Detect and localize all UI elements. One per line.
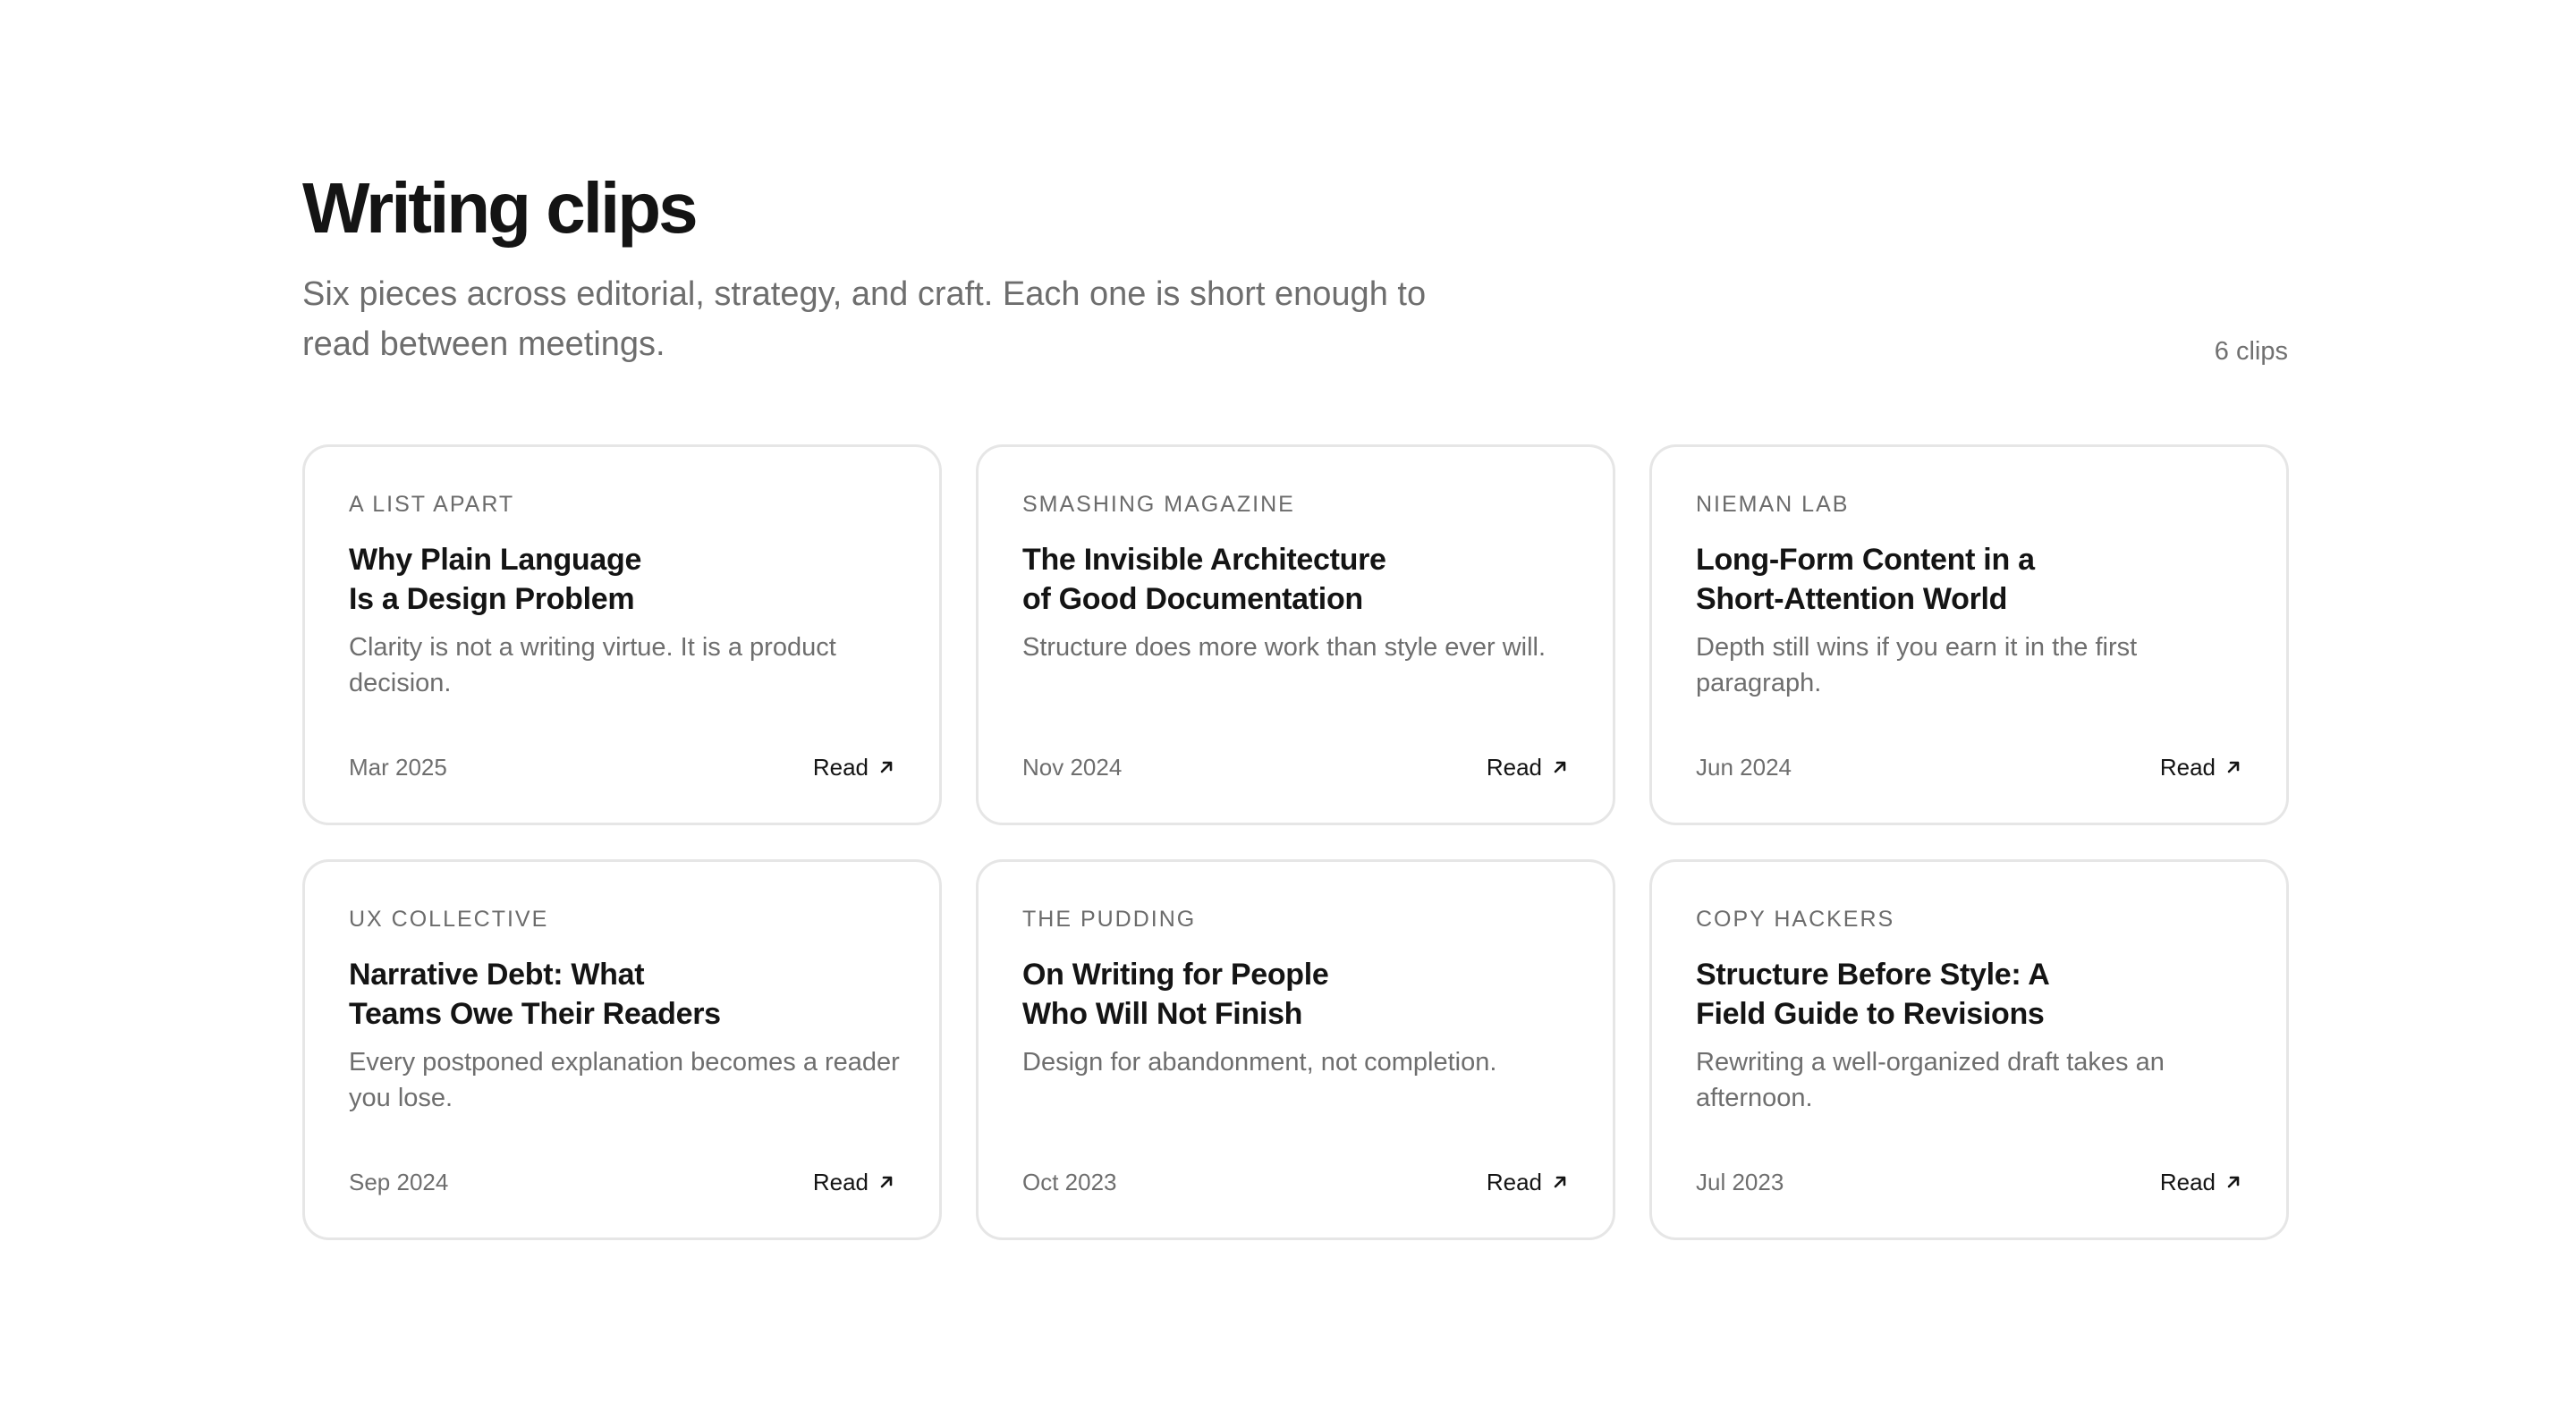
clip-card: UX COLLECTIVE Narrative Debt: What Teams… [302,859,942,1240]
page-title: Writing clips [302,168,699,248]
clip-description: Every postponed explanation becomes a re… [349,1048,900,1112]
read-link[interactable]: Read [2160,1166,2242,1198]
clip-publication: SMASHING MAGAZINE [1022,492,1295,517]
arrow-up-right-icon [877,758,895,776]
clip-description: Clarity is not a writing virtue. It is a… [349,633,836,697]
clip-footer: Sep 2024 Read [349,1166,895,1198]
read-link-label: Read [812,1169,869,1195]
clip-card: NIEMAN LAB Long-Form Content in a Short-… [1649,444,2289,825]
clip-date: Mar 2025 [349,754,447,781]
clip-card: A LIST APART Why Plain Language Is a Des… [302,444,942,825]
clip-date: Oct 2023 [1022,1169,1117,1195]
page-subtitle: Six pieces across editorial, strategy, a… [302,275,1427,363]
clip-date: Nov 2024 [1022,754,1123,781]
arrow-up-right-icon [2224,1173,2242,1191]
read-link[interactable]: Read [1487,1166,1569,1198]
clips-grid: A LIST APART Why Plain Language Is a Des… [302,444,2289,1240]
arrow-up-right-icon [877,1173,895,1191]
clip-card: THE PUDDING On Writing for People Who Wi… [976,859,1615,1240]
arrow-up-right-icon [2224,758,2242,776]
clip-publication: COPY HACKERS [1696,907,1895,932]
clip-description: Structure does more work than style ever… [1022,633,1546,662]
clip-footer: Jun 2024 Read [1696,751,2242,783]
clip-description: Depth still wins if you earn it in the f… [1696,633,2138,697]
read-link-label: Read [812,754,869,781]
read-link-label: Read [2159,1169,2216,1195]
clip-footer: Jul 2023 Read [1696,1166,2242,1198]
clip-description: Rewriting a well-organized draft takes a… [1696,1048,2165,1112]
clip-footer: Mar 2025 Read [349,751,895,783]
clip-footer: Nov 2024 Read [1022,751,1569,783]
clip-card: COPY HACKERS Structure Before Style: A F… [1649,859,2289,1240]
clip-title: On Writing for People Who Will Not Finis… [1022,958,1329,1031]
clip-title: Long-Form Content in a Short-Attention W… [1696,543,2035,616]
read-link-label: Read [1486,1169,1542,1195]
arrow-up-right-icon [1551,758,1569,776]
clip-footer: Oct 2023 Read [1022,1166,1569,1198]
read-link-label: Read [2159,754,2216,781]
clip-title: Structure Before Style: A Field Guide to… [1696,958,2050,1031]
read-link[interactable]: Read [813,1166,895,1198]
writing-clips-section: Writing clips Six pieces across editoria… [302,165,2289,1240]
clip-count: 6 clips [2214,337,2288,366]
clip-date: Jul 2023 [1696,1169,1784,1195]
read-link[interactable]: Read [1487,751,1569,783]
clip-date: Jun 2024 [1696,754,1792,781]
arrow-up-right-icon [1551,1173,1569,1191]
clip-publication: NIEMAN LAB [1696,492,1850,517]
read-link[interactable]: Read [813,751,895,783]
clip-title: Narrative Debt: What Teams Owe Their Rea… [349,958,721,1031]
clip-publication: A LIST APART [349,492,515,517]
clip-date: Sep 2024 [349,1169,449,1195]
read-link[interactable]: Read [2160,751,2242,783]
clip-title: The Invisible Architecture of Good Docum… [1022,543,1386,616]
clip-publication: UX COLLECTIVE [349,907,549,932]
clip-publication: THE PUDDING [1022,907,1197,932]
header-row: Six pieces across editorial, strategy, a… [302,269,2288,369]
read-link-label: Read [1486,754,1542,781]
clip-description: Design for abandonment, not completion. [1022,1048,1497,1077]
clip-card: SMASHING MAGAZINE The Invisible Architec… [976,444,1615,825]
clip-title: Why Plain Language Is a Design Problem [349,543,642,616]
